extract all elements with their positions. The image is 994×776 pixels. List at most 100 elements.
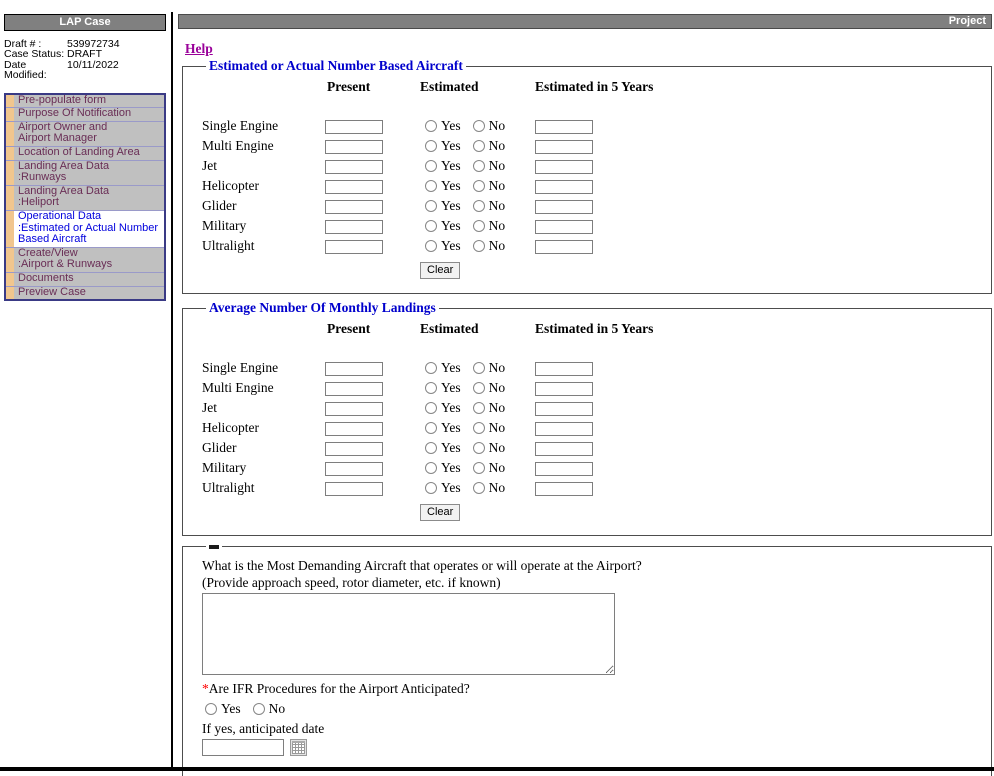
estimated-no-radio[interactable]	[473, 482, 485, 494]
present-input[interactable]	[325, 382, 383, 396]
estimated-5yr-input[interactable]	[535, 402, 593, 416]
estimated-yes-radio[interactable]	[425, 482, 437, 494]
no-radio-label: No	[489, 440, 506, 456]
estimated-no-radio[interactable]	[473, 220, 485, 232]
estimated-5yr-input[interactable]	[535, 482, 593, 496]
present-input[interactable]	[325, 180, 383, 194]
ifr-no-radio[interactable]	[253, 703, 265, 715]
present-input[interactable]	[325, 140, 383, 154]
estimated-5yr-input[interactable]	[535, 422, 593, 436]
estimated-no-radio[interactable]	[473, 442, 485, 454]
estimated-5yr-input[interactable]	[535, 220, 593, 234]
sidebar-item[interactable]: Pre-populate form	[6, 95, 164, 109]
estimated-5yr-input[interactable]	[535, 140, 593, 154]
aircraft-type-label: Single Engine	[202, 360, 325, 376]
present-input[interactable]	[325, 402, 383, 416]
estimated-no-radio[interactable]	[473, 180, 485, 192]
aircraft-type-label: Helicopter	[202, 420, 325, 436]
sidebar-item[interactable]: Operational Data:Estimated or Actual Num…	[6, 211, 164, 248]
estimated-no-radio[interactable]	[473, 402, 485, 414]
estimated-5yr-input[interactable]	[535, 442, 593, 456]
sidebar-item[interactable]: Airport Owner andAirport Manager	[6, 122, 164, 147]
estimated-yes-radio[interactable]	[425, 200, 437, 212]
yes-radio-label: Yes	[441, 138, 461, 154]
no-radio-label: No	[489, 198, 506, 214]
present-input[interactable]	[325, 482, 383, 496]
present-input[interactable]	[325, 442, 383, 456]
present-input[interactable]	[325, 362, 383, 376]
aircraft-row: Glider Yes No	[202, 438, 991, 458]
estimated-yes-radio[interactable]	[425, 160, 437, 172]
no-radio-label: No	[489, 480, 506, 496]
present-input[interactable]	[325, 120, 383, 134]
estimated-no-radio[interactable]	[473, 462, 485, 474]
estimated-yes-radio[interactable]	[425, 240, 437, 252]
help-link[interactable]: Help	[185, 42, 213, 56]
estimated-yes-radio[interactable]	[425, 442, 437, 454]
clear-button[interactable]: Clear	[420, 504, 460, 521]
estimated-5yr-input[interactable]	[535, 120, 593, 134]
ifr-yes-label: Yes	[221, 701, 241, 717]
nav-stripe-icon	[6, 211, 14, 247]
sidebar-item[interactable]: Documents	[6, 273, 164, 287]
estimated-no-radio[interactable]	[473, 160, 485, 172]
ifr-yes-radio[interactable]	[205, 703, 217, 715]
clear-button[interactable]: Clear	[420, 262, 460, 279]
estimated-no-radio[interactable]	[473, 200, 485, 212]
present-input[interactable]	[325, 220, 383, 234]
date-picker-button[interactable]	[290, 739, 307, 756]
bottom-rule	[0, 767, 994, 771]
present-input[interactable]	[325, 462, 383, 476]
sidebar-item[interactable]: Create/View:Airport & Runways	[6, 248, 164, 273]
estimated-yes-radio[interactable]	[425, 140, 437, 152]
present-input[interactable]	[325, 240, 383, 254]
estimated-no-radio[interactable]	[473, 120, 485, 132]
sidebar-item-line: :Runways	[18, 171, 66, 183]
present-input[interactable]	[325, 160, 383, 174]
estimated-5yr-input[interactable]	[535, 240, 593, 254]
estimated-yes-radio[interactable]	[425, 220, 437, 232]
estimated-5yr-input[interactable]	[535, 462, 593, 476]
sidebar-item[interactable]: Landing Area Data:Heliport	[6, 186, 164, 211]
no-radio-label: No	[489, 218, 506, 234]
sidebar-item[interactable]: Location of Landing Area	[6, 147, 164, 161]
demanding-aircraft-hint: (Provide approach speed, rotor diameter,…	[202, 575, 991, 591]
present-input[interactable]	[325, 422, 383, 436]
yes-radio-label: Yes	[441, 158, 461, 174]
sidebar-item[interactable]: Landing Area Data:Runways	[6, 161, 164, 186]
nav-stripe-icon	[6, 273, 14, 286]
sidebar-item[interactable]: Purpose Of Notification	[6, 108, 164, 122]
nav-stripe-icon	[6, 108, 14, 121]
no-radio-label: No	[489, 238, 506, 254]
estimated-yes-radio[interactable]	[425, 120, 437, 132]
estimated-5yr-input[interactable]	[535, 382, 593, 396]
estimated-yes-radio[interactable]	[425, 402, 437, 414]
estimated-no-radio[interactable]	[473, 382, 485, 394]
column-headers: Present Estimated Estimated in 5 Years	[202, 320, 991, 337]
estimated-yes-radio[interactable]	[425, 180, 437, 192]
sidebar-item-line: Airport Owner and	[18, 121, 107, 133]
yes-radio-label: Yes	[441, 178, 461, 194]
estimated-no-radio[interactable]	[473, 362, 485, 374]
sidebar-item-line: Landing Area Data	[18, 160, 109, 172]
estimated-yes-radio[interactable]	[425, 422, 437, 434]
aircraft-type-label: Jet	[202, 400, 325, 416]
estimated-no-radio[interactable]	[473, 140, 485, 152]
demanding-aircraft-textarea[interactable]	[202, 593, 615, 675]
estimated-yes-radio[interactable]	[425, 382, 437, 394]
aircraft-row: Helicopter Yes No	[202, 418, 991, 438]
estimated-5yr-input[interactable]	[535, 180, 593, 194]
column-header-estimated: Estimated	[420, 78, 535, 95]
estimated-yes-radio[interactable]	[425, 462, 437, 474]
estimated-5yr-input[interactable]	[535, 160, 593, 174]
sidebar-item-line: Operational Data	[18, 210, 101, 222]
estimated-5yr-input[interactable]	[535, 200, 593, 214]
anticipated-date-input[interactable]	[202, 739, 284, 756]
estimated-no-radio[interactable]	[473, 422, 485, 434]
yes-radio-label: Yes	[441, 440, 461, 456]
present-input[interactable]	[325, 200, 383, 214]
estimated-no-radio[interactable]	[473, 240, 485, 252]
estimated-5yr-input[interactable]	[535, 362, 593, 376]
estimated-yes-radio[interactable]	[425, 362, 437, 374]
sidebar-item[interactable]: Preview Case	[6, 287, 164, 300]
